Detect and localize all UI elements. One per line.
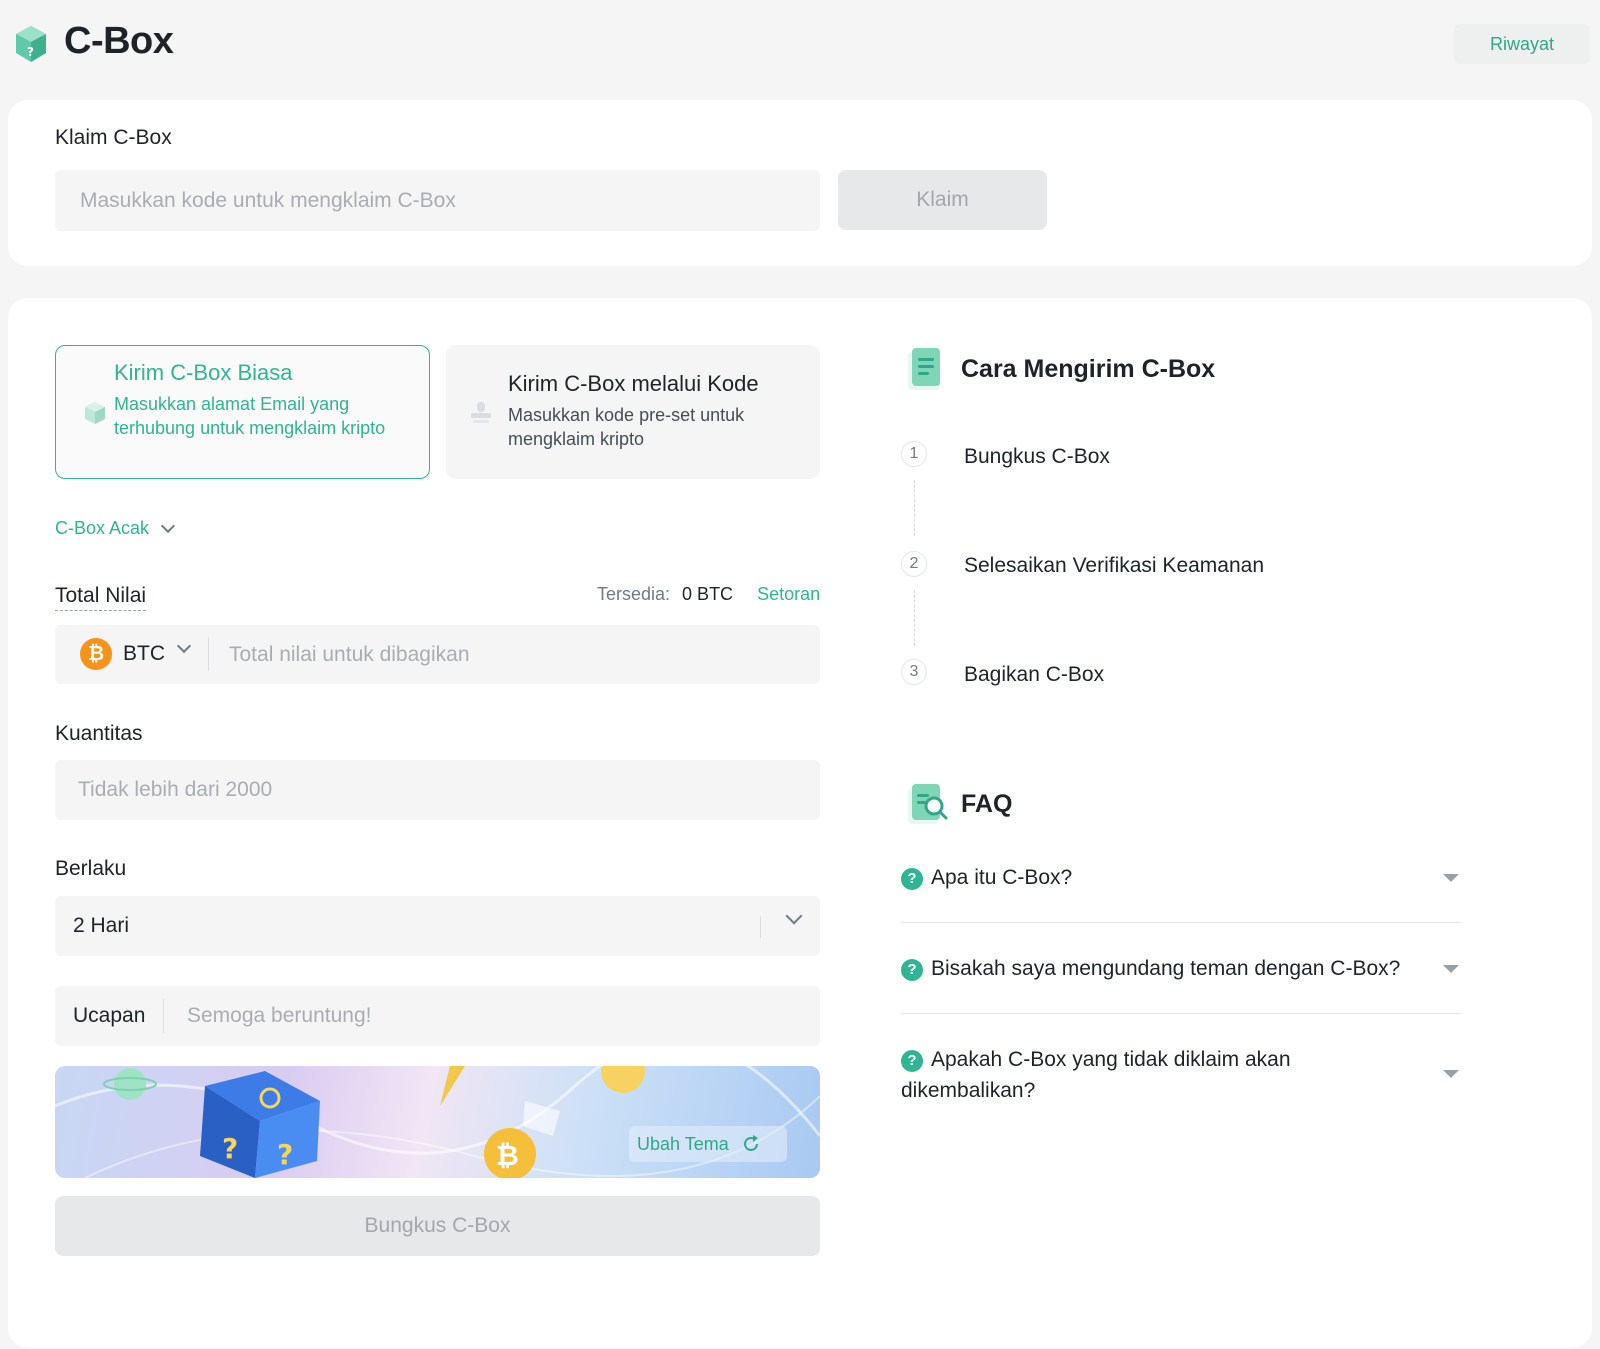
cube-icon: [85, 402, 105, 424]
question-mark-icon: ?: [901, 867, 923, 890]
caret-down-icon[interactable]: [1443, 1070, 1459, 1078]
faq-item[interactable]: ? Apakah C-Box yang tidak diklaim akan di…: [901, 1044, 1461, 1106]
chevron-down-icon[interactable]: [785, 907, 803, 925]
btc-coin-icon: ₿: [80, 638, 112, 670]
faq-divider: [901, 922, 1461, 923]
caret-down-icon[interactable]: [1443, 874, 1459, 882]
chevron-down-icon[interactable]: [176, 638, 192, 654]
divider: [760, 916, 761, 938]
svg-text:?: ?: [27, 45, 34, 59]
available-balance: Tersedia: 0 BTC Setoran: [597, 584, 820, 605]
svg-text:?: ?: [222, 1132, 238, 1165]
faq-title: FAQ: [961, 790, 1013, 818]
change-theme-label: Ubah Tema: [637, 1133, 729, 1154]
step-label: Bagikan C-Box: [964, 663, 1105, 686]
claim-button[interactable]: Klaim: [838, 170, 1047, 230]
document-icon: [908, 348, 940, 390]
total-value-field: ₿ BTC: [55, 625, 820, 684]
caret-down-icon[interactable]: [1443, 965, 1459, 973]
cbox-logo-icon: ?: [16, 26, 46, 62]
send-type-code-title: Kirim C-Box melalui Kode: [508, 371, 759, 396]
faq-question-text: Apakah C-Box yang tidak diklaim akan dik…: [901, 1048, 1291, 1102]
divider: [163, 999, 164, 1033]
step-connector: [914, 590, 915, 646]
box-type-dropdown[interactable]: C-Box Acak: [55, 518, 176, 539]
svg-text:?: ?: [277, 1138, 293, 1171]
step-number: 2: [901, 551, 927, 577]
send-type-normal-desc: Masukkan alamat Email yang terhubung unt…: [114, 394, 386, 438]
how-to-title: Cara Mengirim C-Box: [961, 355, 1216, 383]
step-label: Selesaikan Verifikasi Keamanan: [964, 554, 1265, 577]
quantity-input[interactable]: [55, 760, 820, 820]
step-number: 1: [901, 441, 927, 467]
claim-code-input[interactable]: [55, 170, 820, 231]
total-value-label: Total Nilai: [55, 584, 147, 611]
coin-selector[interactable]: BTC: [123, 642, 165, 666]
validity-value: 2 Hari: [73, 914, 130, 937]
greeting-field: Ucapan: [55, 986, 820, 1046]
wrap-cbox-button[interactable]: Bungkus C-Box: [55, 1196, 820, 1256]
send-type-normal-title: Kirim C-Box Biasa: [114, 360, 293, 385]
refresh-icon: [743, 1135, 758, 1151]
change-theme-button[interactable]: Ubah Tema: [629, 1126, 787, 1162]
svg-text:₿: ₿: [496, 1139, 519, 1172]
faq-question: ? Apa itu C-Box?: [901, 862, 1421, 893]
faq-question: ? Bisakah saya mengundang teman dengan C-…: [901, 953, 1441, 984]
question-mark-icon: ?: [901, 958, 923, 981]
divider: [208, 637, 209, 671]
search-document-icon: [908, 784, 948, 824]
greeting-label: Ucapan: [73, 1004, 146, 1027]
send-type-code-desc: Masukkan kode pre-set untuk mengklaim kr…: [508, 405, 745, 449]
brand-title: C-Box: [64, 20, 174, 62]
question-mark-icon: ?: [901, 1049, 923, 1072]
send-type-code-tab[interactable]: Kirim C-Box melalui Kode Masukkan kode p…: [446, 345, 820, 479]
stamp-icon: [471, 402, 491, 423]
box-type-value: C-Box Acak: [55, 518, 150, 538]
greeting-input[interactable]: [173, 986, 813, 1046]
faq-question-text: Bisakah saya mengundang teman dengan C-B…: [931, 957, 1401, 980]
faq-item[interactable]: ? Bisakah saya mengundang teman dengan C-…: [901, 953, 1461, 984]
validity-label: Berlaku: [55, 857, 127, 880]
total-value-input[interactable]: [221, 625, 811, 684]
history-button[interactable]: Riwayat: [1454, 24, 1590, 64]
theme-banner: ? ? ₿ Ubah Tema: [55, 1066, 820, 1178]
quantity-label: Kuantitas: [55, 722, 143, 745]
faq-item[interactable]: ? Apa itu C-Box?: [901, 862, 1461, 893]
send-type-normal-tab[interactable]: Kirim C-Box Biasa Masukkan alamat Email …: [55, 345, 430, 479]
available-amount: 0 BTC: [682, 584, 734, 604]
faq-divider: [901, 1013, 1461, 1014]
chevron-down-icon: [160, 518, 176, 533]
step-connector: [914, 480, 915, 536]
faq-question-text: Apa itu C-Box?: [931, 866, 1073, 889]
validity-select[interactable]: 2 Hari: [55, 896, 820, 956]
deposit-link[interactable]: Setoran: [757, 584, 820, 605]
claim-title: Klaim C-Box: [55, 126, 172, 149]
step-number: 3: [901, 659, 927, 685]
faq-question: ? Apakah C-Box yang tidak diklaim akan di…: [901, 1044, 1341, 1106]
step-label: Bungkus C-Box: [964, 445, 1110, 468]
available-label: Tersedia:: [597, 584, 671, 604]
